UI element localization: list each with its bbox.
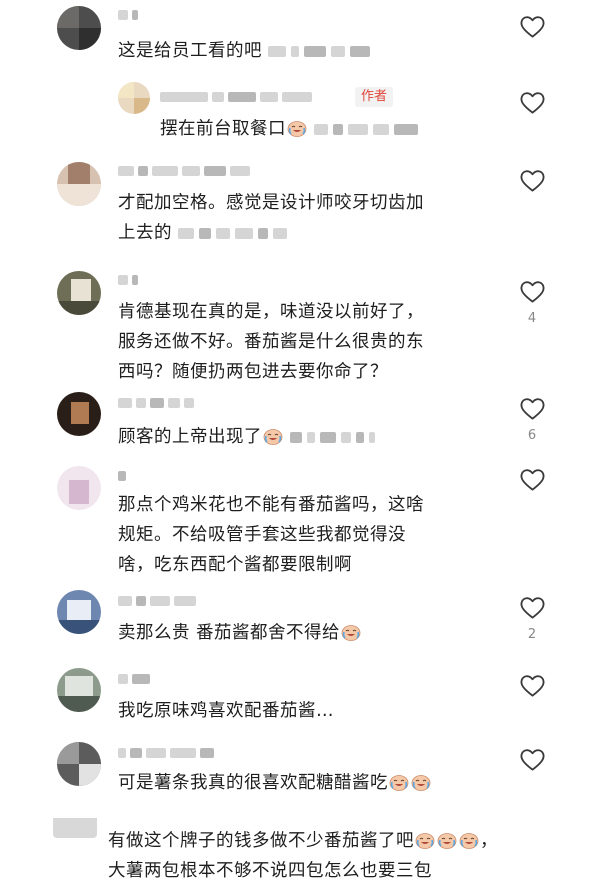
comment-text: 可是薯条我真的很喜欢配糖醋酱吃 — [118, 768, 432, 798]
heart-outline-icon — [519, 747, 546, 772]
crying-laughing-emoji-icon — [263, 427, 283, 445]
avatar[interactable] — [57, 162, 101, 206]
avatar[interactable] — [57, 466, 101, 510]
like-button[interactable] — [517, 745, 547, 773]
heart-outline-icon — [519, 673, 546, 698]
avatar[interactable] — [57, 6, 101, 50]
avatar[interactable] — [53, 818, 97, 838]
like-button[interactable] — [517, 394, 547, 422]
username-redacted[interactable] — [118, 164, 250, 178]
like-button[interactable] — [517, 277, 547, 305]
crying-laughing-emoji-icon — [389, 773, 409, 791]
avatar[interactable] — [57, 590, 101, 634]
heart-outline-icon — [519, 168, 546, 193]
username-redacted[interactable] — [118, 8, 138, 22]
comment-text: 这是给员工看的吧 — [118, 36, 370, 66]
like-button[interactable] — [517, 593, 547, 621]
heart-outline-icon — [519, 595, 546, 620]
comment-text: 我吃原味鸡喜欢配番茄酱… — [118, 701, 334, 721]
comment-text: 那点个鸡米花也不能有番茄酱吗，这啥 规矩。不给吸管手套这些我都觉得没 啥，吃东西… — [118, 495, 424, 575]
heart-outline-icon — [519, 90, 546, 115]
heart-outline-icon — [519, 279, 546, 304]
comment-text: 顾客的上帝出现了 — [118, 422, 375, 452]
like-count: 2 — [527, 627, 537, 642]
crying-laughing-emoji-icon — [459, 831, 479, 849]
like-count: 6 — [527, 428, 537, 443]
heart-outline-icon — [519, 467, 546, 492]
comment-text: 才配加空格。感觉是设计师咬牙切齿加 上去的 — [118, 193, 424, 243]
comment-text: 摆在前台取餐口 — [160, 114, 418, 144]
like-button[interactable] — [517, 671, 547, 699]
heart-outline-icon — [519, 396, 546, 421]
comment-text: 卖那么贵 番茄酱都舍不得给 — [118, 618, 362, 648]
username-redacted[interactable] — [118, 273, 138, 287]
like-button[interactable] — [517, 166, 547, 194]
like-count: 4 — [527, 311, 537, 326]
crying-laughing-emoji-icon — [415, 831, 435, 849]
crying-laughing-emoji-icon — [287, 119, 307, 137]
avatar[interactable] — [57, 742, 101, 786]
username-redacted[interactable] — [118, 746, 214, 760]
avatar[interactable] — [118, 82, 150, 114]
author-badge: 作者 — [355, 87, 394, 107]
crying-laughing-emoji-icon — [341, 623, 361, 641]
avatar[interactable] — [57, 271, 101, 315]
avatar[interactable] — [57, 668, 101, 712]
heart-outline-icon — [519, 14, 546, 39]
username-redacted[interactable] — [160, 90, 312, 104]
like-button[interactable] — [517, 88, 547, 116]
username-redacted[interactable] — [118, 469, 126, 483]
comment-text: 有做这个牌子的钱多做不少番茄酱了吧， 大薯两包根本不够不说四包怎么也要三包 — [108, 831, 498, 881]
crying-laughing-emoji-icon — [411, 773, 431, 791]
like-button[interactable] — [517, 465, 547, 493]
avatar[interactable] — [57, 392, 101, 436]
like-button[interactable] — [517, 12, 547, 40]
username-redacted[interactable] — [118, 396, 194, 410]
comment-text: 肯德基现在真的是，味道没以前好了， 服务还做不好。番茄酱是什么很贵的东 西吗？随… — [118, 302, 424, 382]
crying-laughing-emoji-icon — [437, 831, 457, 849]
username-redacted[interactable] — [118, 672, 150, 686]
username-redacted[interactable] — [118, 594, 196, 608]
